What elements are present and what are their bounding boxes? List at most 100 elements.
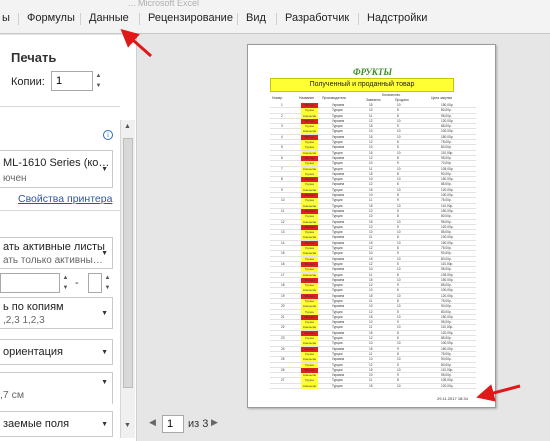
tab-review[interactable]: Рецензирование — [139, 12, 233, 25]
tab-view[interactable]: Вид — [237, 12, 266, 25]
cell-price: 90,00р. — [441, 171, 452, 176]
chevron-up-icon[interactable]: ▲ — [103, 273, 112, 283]
printer-properties-link[interactable]: Свойства принтера — [18, 193, 112, 205]
chevron-down-icon[interactable]: ▼ — [103, 283, 112, 293]
copies-input[interactable]: 1 — [51, 71, 93, 91]
cell-fruit: Груша — [301, 214, 318, 220]
cell-maker: Турция — [332, 325, 343, 330]
cell-price: 75,00р. — [441, 298, 452, 303]
cell-maker: Турция — [332, 108, 343, 113]
cell-fruit: Апельсин — [301, 203, 318, 209]
pages-from-spinner[interactable]: ▲ ▼ — [61, 273, 70, 293]
cell-in: 12 — [369, 224, 373, 229]
margins-select[interactable]: заемые поля ▼ — [0, 411, 113, 437]
cell-in: 15 — [369, 330, 373, 335]
cell-number: 12 — [281, 219, 285, 224]
cell-in: 15 — [369, 203, 373, 208]
cell-fruit: Яблоко — [301, 118, 318, 124]
printer-select[interactable]: ML-1610 Series (ко… ючен ▼ — [0, 150, 113, 188]
page-footer-date: 29.11.2017 18:34 — [437, 396, 468, 401]
col-header-quantity: Количество — [382, 93, 401, 97]
chevron-up-icon[interactable]: ▲ — [94, 71, 103, 81]
sheet-table: Яблоко 1 Украина 15 10 150,00р. Груша Турция 10 5… — [270, 103, 476, 390]
cell-maker: Турция — [332, 383, 343, 388]
scroll-down-icon[interactable]: ▼ — [124, 422, 131, 429]
cell-in: 11 — [369, 166, 373, 171]
next-page-icon[interactable]: ▶ — [211, 417, 218, 428]
prev-page-icon[interactable]: ◀ — [149, 417, 156, 428]
cell-price: 75,00р. — [441, 246, 452, 251]
cell-number: 13 — [281, 230, 285, 235]
cell-in: 10 — [369, 251, 373, 256]
cell-out: 10 — [397, 357, 401, 362]
cell-fruit: Яблоко — [301, 330, 318, 336]
print-what-select[interactable]: ать активные листы ать только активны… ▼ — [0, 237, 113, 269]
tab-addins[interactable]: Надстройки — [357, 12, 427, 25]
pages-to-spinner[interactable]: ▲ ▼ — [103, 273, 112, 293]
cell-out: 10 — [397, 341, 401, 346]
cell-in: 15 — [369, 240, 373, 245]
cell-fruit: Груша — [301, 378, 318, 384]
cell-out: 10 — [397, 293, 401, 298]
info-icon[interactable]: i — [103, 130, 113, 140]
cell-fruit: Груша — [301, 351, 318, 357]
cell-price: 120,00р. — [441, 383, 454, 388]
cell-fruit: Яблоко — [301, 193, 318, 199]
cell-number: 5 — [281, 145, 283, 150]
pages-from-input[interactable] — [0, 273, 60, 293]
chevron-down-icon[interactable]: ▼ — [94, 81, 103, 91]
cell-fruit: Апельсин — [301, 341, 318, 347]
tab-formulas[interactable]: Формулы — [18, 12, 75, 25]
cell-price: 95,00р. — [441, 267, 452, 272]
cell-in: 10 — [369, 177, 373, 182]
cell-price: 120,00р. — [441, 187, 454, 192]
cell-in: 12 — [369, 283, 373, 288]
cell-fruit: Груша — [301, 362, 318, 368]
cell-in: 12 — [369, 362, 373, 367]
copies-label: Копии: — [11, 76, 45, 88]
orientation-select[interactable]: ориентация ▼ — [0, 339, 113, 365]
cell-in: 10 — [369, 129, 373, 134]
cell-fruit: Яблоко — [301, 103, 318, 108]
cell-price: 100,00р. — [441, 235, 454, 240]
cell-maker: Украина — [332, 320, 345, 325]
cell-price: 80,00р. — [441, 362, 452, 367]
cell-fruit: Апельсин — [301, 272, 318, 278]
preview-page: ФРУКТЫ Полученный и проданный товар Номе… — [247, 44, 496, 408]
cell-maker: Турция — [332, 309, 343, 314]
chevron-up-icon[interactable]: ▲ — [61, 273, 70, 283]
printer-status: ючен — [3, 173, 27, 184]
pages-to-input[interactable] — [88, 273, 102, 293]
cell-fruit: Апельсин — [301, 304, 318, 310]
cell-fruit: Груша — [301, 320, 318, 326]
cell-price: 70,00р. — [441, 161, 452, 166]
cell-price: 80,00р. — [441, 145, 452, 150]
scroll-up-icon[interactable]: ▲ — [124, 123, 131, 130]
col-header-number: Номер — [272, 96, 283, 100]
cell-fruit: Груша — [301, 298, 318, 304]
cell-fruit: Яблоко — [301, 240, 318, 246]
cell-maker: Украина — [332, 134, 345, 139]
orientation-label: ориентация — [3, 346, 64, 358]
cell-fruit: Апельсин — [301, 373, 318, 379]
cell-maker: Украина — [332, 208, 345, 213]
scrollbar-thumb[interactable] — [123, 138, 133, 388]
tab-developer[interactable]: Разработчик — [275, 12, 349, 25]
cell-maker: Турция — [332, 246, 343, 251]
collate-label: ь по копиям — [3, 301, 64, 313]
panel-scrollbar[interactable]: ▲ ▼ — [120, 120, 135, 438]
copies-spinner[interactable]: ▲ ▼ — [94, 71, 103, 91]
chevron-down-icon[interactable]: ▼ — [61, 283, 70, 293]
cell-price: 150,00р. — [441, 277, 454, 282]
cell-price: 75,00р. — [441, 140, 452, 145]
sheet-title: ФРУКТЫ — [352, 67, 393, 77]
tab-fragment[interactable]: ы — [2, 12, 10, 24]
collate-select[interactable]: ь по копиям ,2,3 1,2,3 ▼ — [0, 297, 113, 329]
page-number-input[interactable]: 1 — [162, 415, 184, 433]
cell-fruit: Груша — [301, 309, 318, 315]
cell-price: 120,00р. — [441, 118, 454, 123]
cell-fruit: Апельсин — [301, 187, 318, 193]
cell-maker: Турция — [332, 298, 343, 303]
cell-in: 10 — [369, 373, 373, 378]
tab-data[interactable]: Данные — [80, 12, 129, 25]
